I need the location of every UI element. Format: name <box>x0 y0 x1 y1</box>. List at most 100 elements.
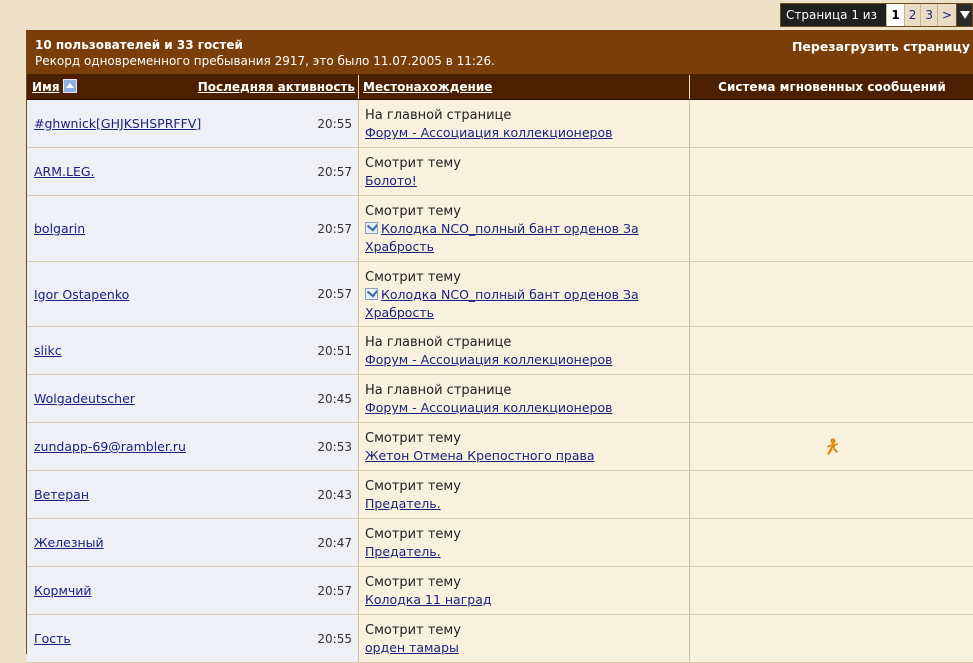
location-line: Предатель. <box>365 495 683 513</box>
last-activity-time: 20:55 <box>317 116 352 131</box>
activity-text: Смотрит тему <box>365 270 461 285</box>
icq-flower-icon[interactable] <box>824 438 840 456</box>
sort-by-name-link[interactable]: Имя <box>32 80 60 94</box>
user-cell: Igor Ostapenko 20:57 <box>27 262 359 326</box>
username-link[interactable]: Кормчий <box>34 583 92 598</box>
im-cell <box>690 375 973 422</box>
last-activity-time: 20:55 <box>317 631 352 646</box>
location-link[interactable]: орден тамары <box>365 640 459 655</box>
table-row: slikc 20:51 На главной странице Форум - Асс… <box>27 327 973 375</box>
activity-text: Смотрит тему <box>365 623 461 638</box>
table-row: Кормчий 20:57 Смотрит тему Колодка 11 награ… <box>27 567 973 615</box>
thread-icon <box>365 222 378 234</box>
user-list: #ghwnick[GHJKSHSPRFFV] 20:55 На главной ст… <box>27 100 973 663</box>
username-link[interactable]: bolgarin <box>34 221 85 236</box>
user-cell: bolgarin 20:57 <box>27 196 359 261</box>
location-cell: Смотрит тему орден тамары <box>359 615 690 662</box>
table-row: zundapp-69@rambler.ru 20:53 Смотрит тему Же… <box>27 423 973 471</box>
im-cell <box>690 262 973 326</box>
im-cell <box>690 327 973 374</box>
location-line: Предатель. <box>365 543 683 561</box>
last-activity-time: 20:45 <box>317 391 352 406</box>
activity-text: На главной странице <box>365 383 512 398</box>
location-line: Жетон Отмена Крепостного права <box>365 447 683 465</box>
activity-text: На главной странице <box>365 335 512 350</box>
location-cell: Смотрит тему Колодка 11 наград <box>359 567 690 614</box>
location-link[interactable]: Предатель. <box>365 544 441 559</box>
page-link-1: 1 <box>886 4 904 26</box>
location-link[interactable]: Форум - Ассоциация коллекционеров <box>365 400 613 415</box>
username-link[interactable]: Железный <box>34 535 104 550</box>
sort-ascending-icon[interactable] <box>62 79 77 93</box>
location-link[interactable]: Колодка 11 наград <box>365 592 492 607</box>
online-record: Рекорд одновременного пребывания 2917, э… <box>35 54 495 68</box>
table-row: bolgarin 20:57 Смотрит тему Колодка NCO_пол… <box>27 196 973 262</box>
location-link[interactable]: Болото! <box>365 173 417 188</box>
table-row: Железный 20:47 Смотрит тему Предатель. <box>27 519 973 567</box>
username-link[interactable]: #ghwnick[GHJKSHSPRFFV] <box>34 116 201 131</box>
activity-text: Смотрит тему <box>365 204 461 219</box>
location-line: Форум - Ассоциация коллекционеров <box>365 351 683 369</box>
location-link[interactable]: Колодка NCO_полный бант орденов За <box>381 221 639 236</box>
location-cell: Смотрит тему Колодка NCO_полный бант орде… <box>359 196 690 261</box>
username-link[interactable]: Гость <box>34 631 71 646</box>
location-link[interactable]: Жетон Отмена Крепостного права <box>365 448 595 463</box>
location-link[interactable]: Форум - Ассоциация коллекционеров <box>365 352 613 367</box>
im-cell <box>690 423 973 470</box>
username-link[interactable]: zundapp-69@rambler.ru <box>34 439 186 454</box>
location-link[interactable]: Предатель. <box>365 496 441 511</box>
username-link[interactable]: slikc <box>34 343 62 358</box>
page-link-2[interactable]: 2 <box>903 4 921 26</box>
username-link[interactable]: Igor Ostapenko <box>34 287 129 302</box>
location-cell: На главной странице Форум - Ассоциация ко… <box>359 100 690 147</box>
username-link[interactable]: ARM.LEG. <box>34 164 95 179</box>
im-cell <box>690 100 973 147</box>
pagination: Страница 1 из 3 1 2 3 > <box>780 3 973 44</box>
username-link[interactable]: Ветеран <box>34 487 89 502</box>
user-cell: Кормчий 20:57 <box>27 567 359 614</box>
sort-by-activity-link[interactable]: Последняя активность <box>198 75 355 99</box>
location-cell: На главной странице Форум - Ассоциация ко… <box>359 375 690 422</box>
page-next-link[interactable]: > <box>937 4 956 26</box>
im-cell <box>690 148 973 195</box>
page-link-3[interactable]: 3 <box>920 4 937 26</box>
reload-page-link[interactable]: Перезагрузить страницу <box>792 39 970 54</box>
page-count-label: Страница 1 из 3 <box>781 4 887 44</box>
user-cell: Гость 20:55 <box>27 615 359 662</box>
last-activity-time: 20:57 <box>317 164 352 179</box>
im-cell <box>690 196 973 261</box>
location-line: Колодка 11 наград <box>365 591 683 609</box>
sort-by-location-link[interactable]: Местонахождение <box>363 80 492 94</box>
location-line: Форум - Ассоциация коллекционеров <box>365 124 683 142</box>
im-cell <box>690 519 973 566</box>
table-row: Wolgadeutscher 20:45 На главной странице Фо… <box>27 375 973 423</box>
last-activity-time: 20:51 <box>317 343 352 358</box>
table-row: ARM.LEG. 20:57 Смотрит тему Болото! <box>27 148 973 196</box>
location-cell: На главной странице Форум - Ассоциация ко… <box>359 327 690 374</box>
location-link-continued[interactable]: Храбрость <box>365 304 683 321</box>
thread-icon <box>365 288 378 300</box>
activity-text: Смотрит тему <box>365 156 461 171</box>
column-header-location-cell: Местонахождение <box>359 75 690 99</box>
username-link[interactable]: Wolgadeutscher <box>34 391 135 406</box>
user-cell: Железный 20:47 <box>27 519 359 566</box>
location-link[interactable]: Колодка NCO_полный бант орденов За <box>381 287 639 302</box>
page-jump-dropdown-icon[interactable] <box>956 4 972 26</box>
im-cell <box>690 471 973 518</box>
location-cell: Смотрит тему Жетон Отмена Крепостного пра… <box>359 423 690 470</box>
online-count: 10 пользователей и 33 гостей <box>35 38 243 52</box>
activity-text: Смотрит тему <box>365 575 461 590</box>
table-row: #ghwnick[GHJKSHSPRFFV] 20:55 На главной ст… <box>27 100 973 148</box>
location-link-continued[interactable]: Храбрость <box>365 238 683 255</box>
location-link[interactable]: Форум - Ассоциация коллекционеров <box>365 125 613 140</box>
location-line: Форум - Ассоциация коллекционеров <box>365 399 683 417</box>
location-cell: Смотрит тему Колодка NCO_полный бант орде… <box>359 262 690 326</box>
last-activity-time: 20:57 <box>317 583 352 598</box>
last-activity-time: 20:57 <box>317 221 352 236</box>
column-header-row: Имя Последняя активность Местонахождение… <box>27 75 973 100</box>
activity-text: Смотрит тему <box>365 479 461 494</box>
last-activity-time: 20:57 <box>317 287 352 301</box>
location-line: Колодка NCO_полный бант орденов За <box>365 220 683 238</box>
user-cell: Wolgadeutscher 20:45 <box>27 375 359 422</box>
column-header-name-cell: Имя Последняя активность <box>27 75 359 99</box>
